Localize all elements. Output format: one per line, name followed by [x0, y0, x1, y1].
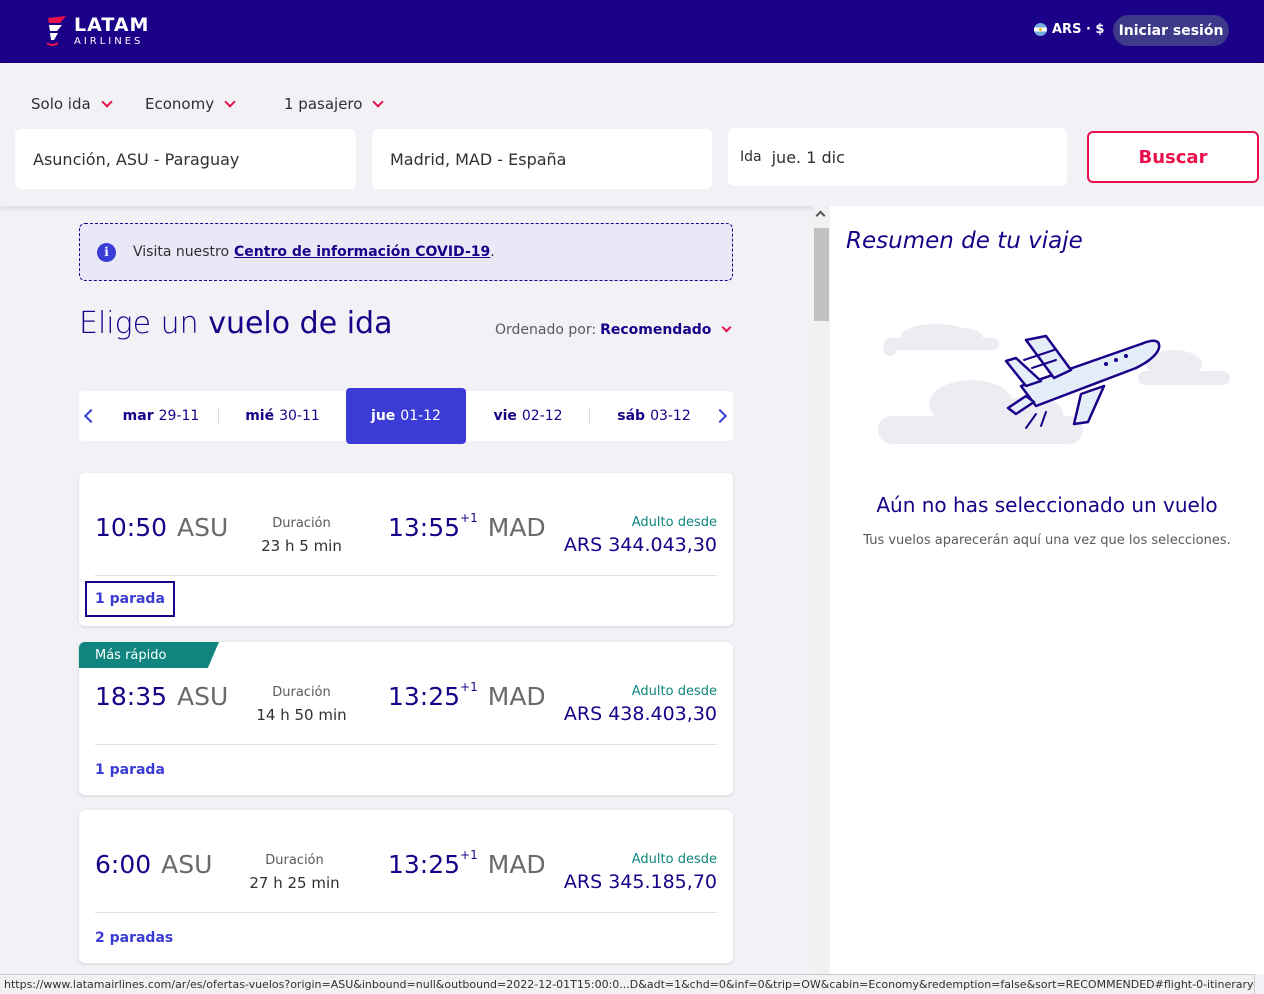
date-tab[interactable]: mar 29-11 — [103, 391, 219, 441]
sort-selector[interactable]: Ordenado por: Recomendado — [495, 322, 732, 338]
search-bar: Solo ida Economy 1 pasajero Asunción, AS… — [0, 63, 1264, 206]
currency-label: ARS · $ — [1052, 22, 1105, 37]
passengers-label: 1 pasajero — [284, 95, 363, 113]
airplane-clouds-icon — [876, 316, 1236, 455]
trip-summary-panel: Resumen de tu viaje Aún no has seleccion… — [830, 206, 1264, 974]
price: Adulto desde ARS 344.043,30 — [563, 515, 717, 556]
covid-notice: i Visita nuestro Centro de información C… — [79, 223, 733, 281]
date-tab[interactable]: vie 02-12 — [466, 391, 590, 441]
covid-info-link[interactable]: Centro de información COVID-19 — [234, 244, 490, 260]
date-tab[interactable]: mié 30-11 — [219, 391, 346, 441]
date-label: Ida — [740, 149, 762, 165]
duration: Duración 23 h 5 min — [261, 516, 342, 555]
chevron-down-icon — [721, 322, 732, 333]
results-panel: i Visita nuestro Centro de información C… — [0, 206, 813, 974]
price: Adulto desde ARS 438.403,30 — [563, 684, 717, 725]
departure: 6:00 ASU — [95, 850, 213, 879]
date-value: jue. 1 dic — [771, 147, 845, 167]
empty-title: Aún no has seleccionado un vuelo — [876, 493, 1218, 517]
date-tab-active[interactable]: jue 01-12 — [346, 388, 466, 444]
date-carousel: mar 29-11 mié 30-11 jue 01-12 vie 02-12 sáb 0… — [79, 388, 733, 444]
fastest-badge: Más rápido — [79, 642, 219, 668]
latam-logo-icon — [46, 14, 68, 48]
trip-type-label: Solo ida — [31, 95, 91, 113]
title-strong: vuelo de ida — [208, 306, 393, 341]
cabin-selector[interactable]: Economy — [145, 95, 236, 113]
arrival: 13:25+1 MAD — [388, 848, 546, 879]
price: Adulto desde ARS 345.185,70 — [563, 852, 717, 893]
cabin-label: Economy — [145, 95, 215, 113]
arrival: 13:25+1 MAD — [388, 680, 546, 711]
scroll-up-icon[interactable] — [815, 210, 826, 221]
destination-field[interactable]: Madrid, MAD - España — [372, 129, 712, 189]
chevron-down-icon — [101, 95, 113, 108]
arrival: 13:55+1 MAD — [388, 511, 546, 542]
duration: Duración 14 h 50 min — [256, 685, 347, 724]
duration: Duración 27 h 25 min — [249, 853, 340, 892]
scroll-thumb[interactable] — [814, 228, 829, 321]
passengers-selector[interactable]: 1 pasajero — [284, 95, 385, 113]
departure: 18:35 ASU — [95, 682, 229, 711]
date-tab[interactable]: sáb 03-12 — [590, 391, 718, 441]
title-light: Elige un — [79, 306, 199, 341]
covid-prefix: Visita nuestro — [133, 244, 230, 260]
page-title: Elige un vuelo de ida — [79, 306, 392, 341]
trip-type-selector[interactable]: Solo ida — [31, 95, 113, 113]
origin-value: Asunción, ASU - Paraguay — [33, 149, 240, 169]
departure-date-field[interactable]: Ida jue. 1 dic — [728, 128, 1067, 186]
chevron-down-icon — [372, 95, 385, 108]
flight-card[interactable]: 10:50 ASU Duración 23 h 5 min 13:55+1 MAD … — [79, 473, 733, 626]
stops-link[interactable]: 1 parada — [95, 762, 165, 778]
search-button[interactable]: Buscar — [1087, 131, 1259, 183]
stops-link[interactable]: 2 paradas — [95, 930, 173, 946]
logo-subtitle: AIRLINES — [74, 35, 144, 47]
sort-value: Recomendado — [600, 322, 712, 338]
latam-logo[interactable]: LATAM AIRLINES — [46, 14, 149, 48]
chevron-down-icon — [224, 95, 236, 108]
login-button[interactable]: Iniciar sesión — [1113, 15, 1229, 46]
covid-suffix: . — [490, 244, 495, 260]
status-url: https://www.latamairlines.com/ar/es/ofer… — [0, 974, 1255, 994]
destination-value: Madrid, MAD - España — [390, 149, 567, 169]
origin-field[interactable]: Asunción, ASU - Paraguay — [15, 129, 356, 189]
sort-label: Ordenado por: — [495, 322, 597, 338]
argentina-flag-icon — [1034, 23, 1047, 36]
scrollbar[interactable] — [813, 206, 830, 974]
chevron-left-icon[interactable] — [83, 408, 99, 424]
summary-title: Resumen de tu viaje — [846, 228, 1083, 254]
top-navbar: LATAM AIRLINES ARS · $ Iniciar sesión — [0, 0, 1264, 63]
divider — [95, 744, 717, 745]
currency-selector[interactable]: ARS · $ — [1034, 22, 1104, 37]
info-icon: i — [97, 242, 116, 262]
departure: 10:50 ASU — [95, 513, 229, 542]
divider — [95, 912, 717, 913]
flight-card[interactable]: 6:00 ASU Duración 27 h 25 min 13:25+1 MAD … — [79, 810, 733, 963]
flight-card[interactable]: Más rápido 18:35 ASU Duración 14 h 50 min… — [79, 642, 733, 795]
divider — [95, 575, 717, 576]
logo-title: LATAM — [74, 13, 150, 36]
stops-link[interactable]: 1 parada — [85, 581, 175, 617]
empty-description: Tus vuelos aparecerán aquí una vez que l… — [863, 533, 1231, 548]
